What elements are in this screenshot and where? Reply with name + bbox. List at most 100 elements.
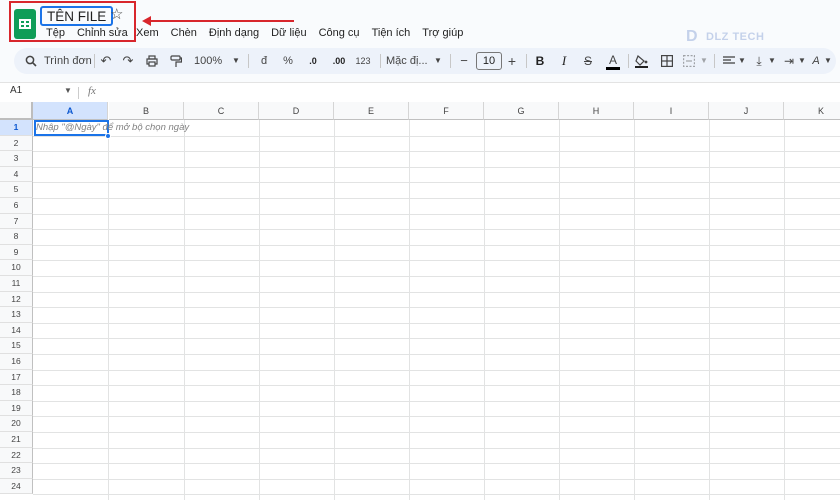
valign-chevron-down-icon[interactable]: ▼ [768, 48, 776, 74]
menu-help[interactable]: Trợ giúp [416, 26, 469, 40]
row-header-5[interactable]: 5 [0, 182, 33, 198]
menu-insert[interactable]: Chèn [165, 26, 203, 40]
row-header-6[interactable]: 6 [0, 198, 33, 214]
menu-data[interactable]: Dữ liệu [265, 26, 313, 40]
row-header-17[interactable]: 17 [0, 369, 33, 386]
grid-row-line [33, 182, 840, 184]
font-family-select[interactable]: Mặc đị... [386, 48, 428, 74]
strikethrough-icon[interactable]: S [582, 48, 594, 74]
bold-button[interactable]: B [534, 48, 546, 74]
undo-icon[interactable]: ↶ [98, 48, 114, 74]
column-header-a[interactable]: A [33, 102, 108, 120]
grid-column-line [709, 120, 710, 500]
increase-font-size-button[interactable]: + [506, 48, 518, 74]
zoom-select[interactable]: 100% [194, 48, 222, 74]
row-header-7[interactable]: 7 [0, 213, 33, 230]
row-header-10[interactable]: 10 [0, 260, 33, 276]
toolbar-divider [248, 54, 249, 68]
column-header-e[interactable]: E [334, 102, 409, 120]
row-header-3[interactable]: 3 [0, 151, 33, 167]
spreadsheet-grid[interactable]: ABCDEFGHIJK 1 2 3 4 5 6 7 8 9 10 11 12 13 14 15 16 17 18 1… [0, 102, 840, 500]
grid-row-line [33, 416, 840, 418]
search-icon[interactable] [22, 48, 40, 74]
select-all-corner[interactable] [0, 102, 33, 120]
merge-cells-icon[interactable] [682, 48, 696, 74]
column-header-c[interactable]: C [184, 102, 259, 120]
row-header-4[interactable]: 4 [0, 166, 33, 183]
print-icon[interactable] [144, 48, 160, 74]
italic-button[interactable]: I [558, 48, 570, 74]
percent-format-button[interactable]: % [282, 48, 294, 74]
vertical-align-icon[interactable]: ⤓ [752, 48, 766, 74]
borders-icon[interactable] [660, 48, 674, 74]
row-header-8[interactable]: 8 [0, 229, 33, 245]
font-size-input[interactable]: 10 [476, 52, 502, 70]
column-header-k[interactable]: K [784, 102, 840, 120]
row-header-1[interactable]: 1 [0, 120, 33, 136]
row-header-14[interactable]: 14 [0, 322, 33, 339]
paint-format-icon[interactable] [168, 48, 184, 74]
row-header-13[interactable]: 13 [0, 307, 33, 323]
column-header-b[interactable]: B [109, 102, 184, 120]
currency-format-button[interactable]: đ [258, 48, 270, 74]
text-rotation-icon[interactable]: A [810, 48, 822, 74]
fill-handle[interactable] [105, 133, 111, 139]
grid-column-line [559, 120, 560, 500]
column-header-j[interactable]: J [709, 102, 784, 120]
wrap-chevron-down-icon[interactable]: ▼ [798, 48, 806, 74]
toolbar: Trình đơn ↶ ↷ 100% ▼ đ % .0 .00 123 Mặc … [14, 48, 836, 74]
menu-format[interactable]: Định dạng [203, 26, 265, 40]
row-header-18[interactable]: 18 [0, 385, 33, 401]
row-header-12[interactable]: 12 [0, 291, 33, 308]
grid-column-line [334, 120, 335, 500]
align-chevron-down-icon[interactable]: ▼ [738, 48, 746, 74]
row-header-24[interactable]: 24 [0, 478, 33, 495]
zoom-chevron-down-icon[interactable]: ▼ [232, 48, 240, 74]
column-header-f[interactable]: F [409, 102, 484, 120]
column-header-d[interactable]: D [259, 102, 334, 120]
row-header-20[interactable]: 20 [0, 416, 33, 432]
redo-icon[interactable]: ↷ [120, 48, 136, 74]
rotation-chevron-down-icon[interactable]: ▼ [824, 48, 832, 74]
grid-row-line [33, 135, 840, 137]
fill-color-icon[interactable] [634, 48, 648, 74]
toolbar-divider [526, 54, 527, 68]
row-header-21[interactable]: 21 [0, 432, 33, 448]
formula-bar: A1 ▼ fx [0, 82, 840, 102]
grid-row-line [33, 463, 840, 465]
row-header-11[interactable]: 11 [0, 276, 33, 292]
font-chevron-down-icon[interactable]: ▼ [434, 48, 442, 74]
align-left-icon[interactable] [722, 48, 736, 74]
merge-chevron-down-icon[interactable]: ▼ [700, 48, 708, 74]
grid-row-line [33, 276, 840, 277]
menu-tools[interactable]: Công cụ [313, 26, 366, 40]
decrease-decimal-button[interactable]: .0 [304, 48, 322, 74]
grid-row-line [33, 166, 840, 168]
row-header-15[interactable]: 15 [0, 338, 33, 354]
row-header-9[interactable]: 9 [0, 244, 33, 261]
text-wrap-icon[interactable]: ⇥ [782, 48, 796, 74]
grid-row-line [33, 338, 840, 340]
grid-row-line [33, 478, 840, 480]
column-header-g[interactable]: G [484, 102, 559, 120]
name-box[interactable]: A1 [10, 85, 22, 96]
increase-decimal-button[interactable]: .00 [328, 48, 350, 74]
menu-extensions[interactable]: Tiện ích [366, 26, 417, 40]
row-header-16[interactable]: 16 [0, 354, 33, 370]
column-header-h[interactable]: H [559, 102, 634, 120]
number-format-button[interactable]: 123 [352, 48, 374, 74]
name-box-chevron-down-icon[interactable]: ▼ [64, 86, 72, 95]
row-header-2[interactable]: 2 [0, 135, 33, 152]
column-header-i[interactable]: I [634, 102, 709, 120]
decrease-font-size-button[interactable]: − [458, 48, 470, 74]
annotation-highlight-box [9, 1, 136, 42]
toolbar-divider [450, 54, 451, 68]
row-header-19[interactable]: 19 [0, 400, 33, 417]
grid-column-line [259, 120, 260, 500]
row-header-23[interactable]: 23 [0, 463, 33, 479]
text-color-button[interactable]: A [606, 50, 620, 70]
grid-row-line [33, 354, 840, 355]
row-header-22[interactable]: 22 [0, 447, 33, 464]
grid-row-line [33, 307, 840, 309]
menu-search-field[interactable]: Trình đơn [44, 48, 92, 74]
